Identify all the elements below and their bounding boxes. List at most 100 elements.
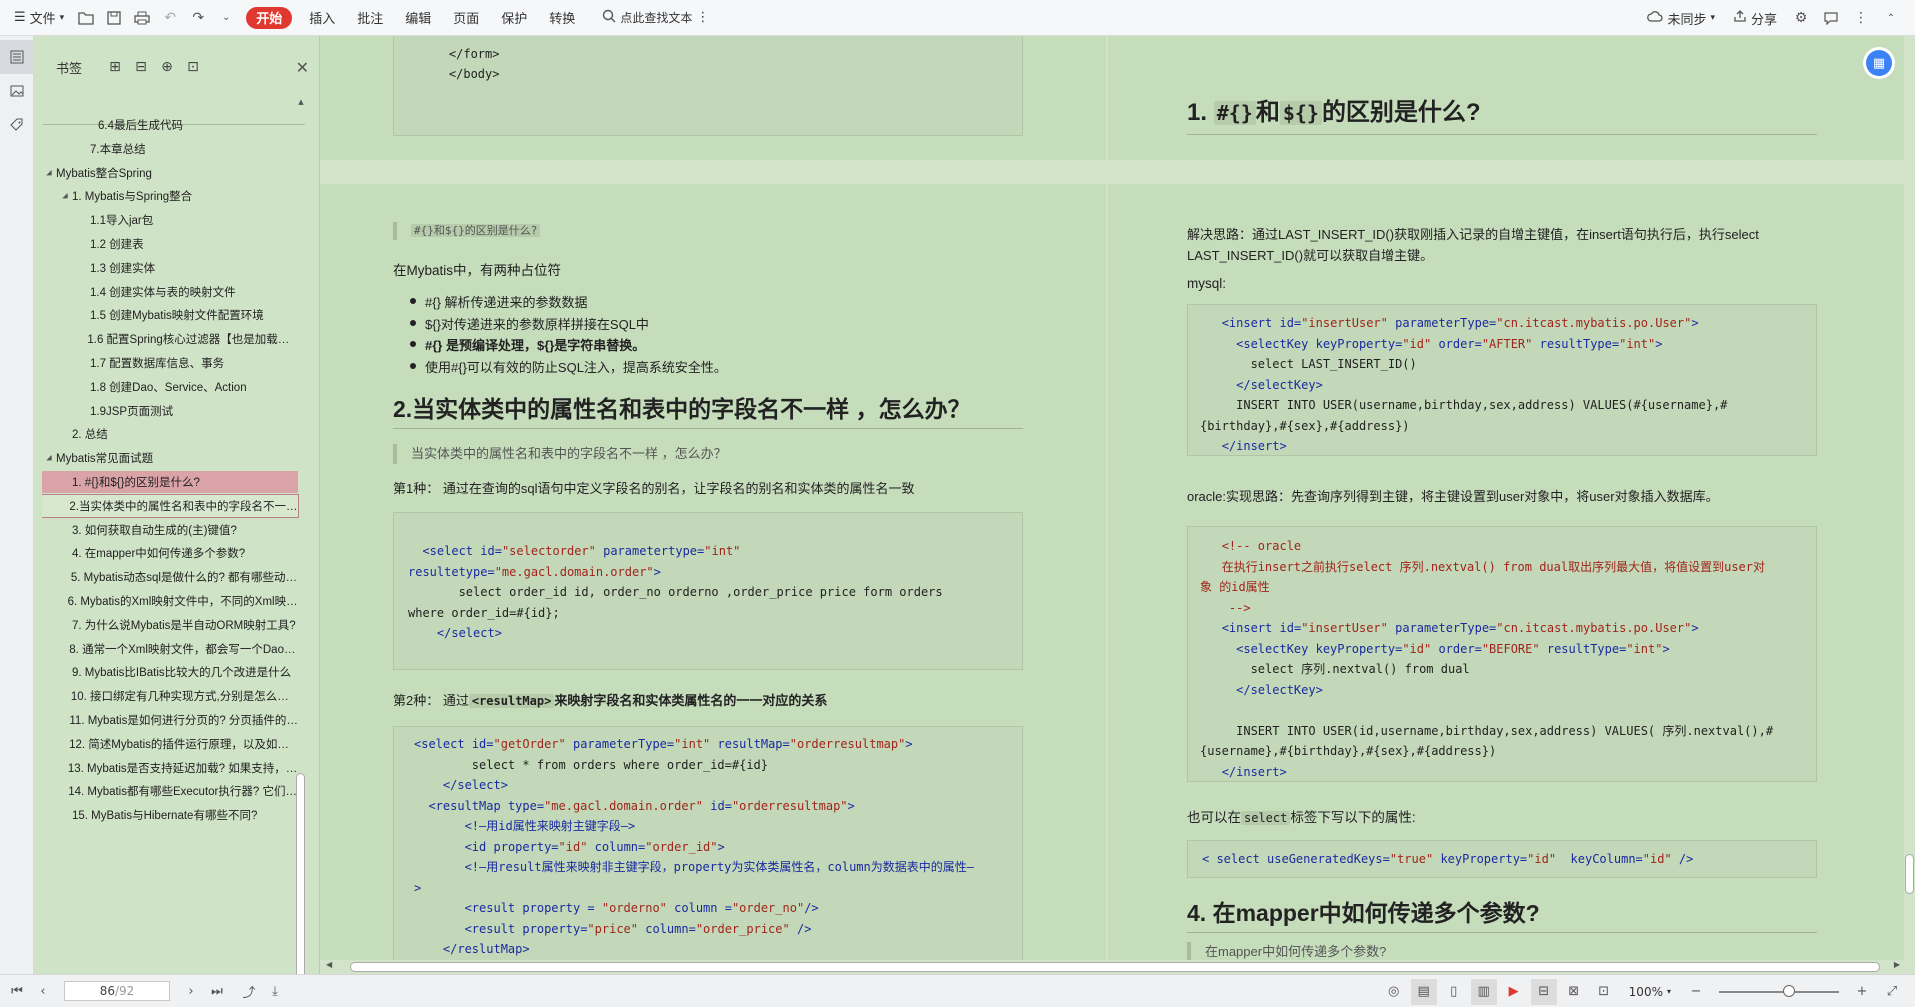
tab-page[interactable]: 页面 [442, 4, 490, 32]
bookmark-panel-icon[interactable] [0, 40, 34, 74]
tab-edit[interactable]: 编辑 [394, 4, 442, 32]
tab-start[interactable]: 开始 [246, 6, 293, 29]
bookmark-item[interactable]: 8. 通常一个Xml映射文件，都会写一个Dao接口与之对应 [42, 638, 298, 660]
play-icon[interactable]: ▶ [1501, 979, 1527, 1005]
share-button[interactable]: 分享 [1725, 4, 1785, 32]
sync-status-button[interactable]: 未同步 ▾ [1639, 4, 1723, 32]
tab-convert[interactable]: 转换 [538, 4, 586, 32]
bookmark-item[interactable]: 11. Mybatis是如何进行分页的? 分页插件的原理是什么? [42, 709, 298, 731]
document-horizontal-scrollbar[interactable]: ◀ ▶ [320, 960, 1904, 974]
open-folder-icon[interactable] [72, 4, 100, 32]
more-options-icon: ⋮ [696, 10, 710, 25]
tab-protect[interactable]: 保护 [490, 4, 538, 32]
bookmark-item[interactable]: 12. 简述Mybatis的插件运行原理，以及如何编写一个插件 [42, 733, 298, 755]
bookmark-item[interactable]: 6.4最后生成代码 [42, 114, 298, 136]
document-viewport[interactable]: </form> </body> 1. #{} 和 ${} 的区别是什么? #{}和${… [320, 36, 1904, 960]
undo-icon[interactable]: ↶ [156, 4, 184, 32]
bookmark-item[interactable]: 1.7 配置数据库信息、事务 [42, 352, 298, 374]
two-page-view-icon[interactable]: ▥ [1470, 978, 1497, 1005]
last-page-icon[interactable]: ⏭ [204, 978, 230, 1004]
bookmark-item[interactable]: 1.1导入jar包 [42, 209, 298, 231]
bookmark-item[interactable]: 1. #{}和${}的区别是什么? [42, 471, 298, 493]
close-icon[interactable]: ✕ [296, 58, 309, 77]
single-page-view-icon[interactable]: ▤ [1410, 978, 1437, 1005]
add-bookmark-icon[interactable]: ⊕ [154, 54, 180, 80]
bookmark-item[interactable]: 1.5 创建Mybatis映射文件配置环境 [42, 304, 298, 326]
zoom-slider-knob[interactable] [1783, 984, 1795, 997]
bookmark-label: 3. 如何获取自动生成的(主)键值? [72, 524, 237, 537]
print-icon[interactable] [128, 4, 156, 32]
scrollbar-thumb[interactable] [350, 962, 1880, 972]
prev-page-icon[interactable]: ‹ [30, 978, 56, 1004]
expand-triangle-icon[interactable]: ◢ [58, 191, 72, 201]
document-vertical-scrollbar[interactable] [1904, 36, 1915, 974]
toolbar: ☰ 文件 ▾ ↶ ↷ ⌄ 开始 插入 批注 编辑 页面 保护 转换 点此查找文本… [0, 0, 1915, 36]
expand-triangle-icon[interactable]: ◢ [42, 168, 56, 178]
bookmark-item[interactable]: 7.本章总结 [42, 138, 298, 160]
bookmark-item[interactable]: 2.当实体类中的属性名和表中的字段名不一样，怎么办? [42, 493, 299, 518]
bookmark-item[interactable]: ◢ 1. Mybatis与Spring整合 [42, 185, 298, 207]
more-icon[interactable]: ⋮ [1847, 4, 1875, 32]
redo-icon[interactable]: ↷ [184, 4, 212, 32]
zoom-slider[interactable] [1719, 984, 1839, 997]
zoom-level-dropdown[interactable]: 100% ▾ [1621, 978, 1679, 1006]
bookmark-item[interactable]: 10. 接口绑定有几种实现方式,分别是怎么实现的? [42, 685, 298, 707]
bookmark-item[interactable]: 1.4 创建实体与表的映射文件 [42, 281, 298, 303]
expand-all-icon[interactable]: ⊞ [102, 54, 128, 80]
find-text-button[interactable]: 点此查找文本 ⋮ [594, 4, 717, 32]
paragraph: 解决思路：通过LAST_INSERT_ID()获取刚插入记录的自增主键值，在in… [1187, 227, 1759, 263]
bookmark-label: 11. Mybatis是如何进行分页的? 分页插件的原理是什么? [69, 715, 298, 727]
comment-icon[interactable] [1817, 4, 1845, 32]
bookmark-item[interactable]: 1.9JSP页面测试 [42, 400, 298, 422]
bookmark-icon[interactable]: ⊡ [180, 54, 206, 80]
bookmark-item[interactable]: 14. Mybatis都有哪些Executor执行器? 它们之间的区别是什么? [42, 780, 298, 802]
scroll-up-icon[interactable]: ▲ [296, 98, 306, 106]
bookmark-item[interactable]: 7. 为什么说Mybatis是半自动ORM映射工具? [42, 614, 298, 636]
bookmark-item[interactable]: 13. Mybatis是否支持延迟加载? 如果支持，它的实现原理是什么? [42, 757, 298, 779]
bookmark-item[interactable]: 1.2 创建表 [42, 233, 298, 255]
scrollbar-thumb[interactable] [1905, 854, 1914, 894]
bookmark-scrollbar[interactable]: ▲ ▼ [296, 98, 306, 1007]
bookmark-item[interactable]: 9. Mybatis比IBatis比较大的几个改进是什么 [42, 661, 298, 683]
bookmark-item[interactable]: 2. 总结 [42, 423, 298, 445]
tab-comment[interactable]: 批注 [346, 4, 394, 32]
scroll-right-icon[interactable]: ▶ [1894, 960, 1900, 969]
tag-icon[interactable] [0, 108, 34, 142]
rotate-icon[interactable]: ⤴ [236, 978, 262, 1004]
bookmark-item[interactable]: 15. MyBatis与Hibernate有哪些不同? [42, 804, 298, 826]
fit-page-icon[interactable]: ⊠ [1561, 979, 1587, 1005]
zoom-in-icon[interactable]: + [1849, 979, 1875, 1005]
save-icon[interactable] [100, 4, 128, 32]
bookmark-item[interactable]: 1.8 创建Dao、Service、Action [42, 376, 298, 398]
file-menu-button[interactable]: ☰ 文件 ▾ [6, 4, 72, 32]
scroll-left-icon[interactable]: ◀ [326, 960, 332, 969]
bookmark-item[interactable]: 4. 在mapper中如何传递多个参数? [42, 542, 298, 564]
page-number-input[interactable]: 86/92 [64, 981, 170, 1001]
bookmark-item[interactable]: ◢ Mybatis常见面试题 [42, 447, 298, 469]
thumbnail-icon[interactable] [0, 74, 34, 108]
bookmark-item[interactable]: ◢ Mybatis整合Spring [42, 162, 298, 184]
collapse-ribbon-icon[interactable]: ⌃ [1877, 4, 1905, 32]
quick-access-more-icon[interactable]: ⌄ [212, 4, 240, 32]
navigation-rail [0, 36, 34, 974]
fit-width-icon[interactable]: ⊟ [1530, 978, 1557, 1005]
first-page-icon[interactable]: ⏮ [4, 978, 30, 1004]
zoom-out-icon[interactable]: − [1683, 979, 1709, 1005]
bookmark-item[interactable]: 5. Mybatis动态sql是做什么的? 都有哪些动态sql? [42, 566, 298, 588]
floating-assistant-button[interactable]: ▦ [1866, 50, 1892, 76]
scrollbar-thumb[interactable] [296, 773, 305, 983]
continuous-view-icon[interactable]: ▯ [1441, 979, 1467, 1005]
bookmark-item[interactable]: 6. Mybatis的Xml映射文件中，不同的Xml映射文件id是否可以重复? [42, 590, 298, 612]
actual-size-icon[interactable]: ⊡ [1591, 979, 1617, 1005]
tab-insert[interactable]: 插入 [298, 4, 346, 32]
expand-triangle-icon[interactable]: ◢ [42, 453, 56, 463]
fullscreen-icon[interactable]: ⤢ [1879, 979, 1905, 1005]
bookmark-item[interactable]: 1.6 配置Spring核心过滤器【也是加载总配置文件】 [42, 328, 298, 350]
export-icon[interactable]: ⤓ [262, 978, 288, 1004]
next-page-icon[interactable]: › [178, 978, 204, 1004]
settings-icon[interactable]: ⚙ [1787, 4, 1815, 32]
bookmark-item[interactable]: 3. 如何获取自动生成的(主)键值? [42, 519, 298, 541]
eye-protection-icon[interactable]: ◎ [1381, 979, 1407, 1005]
collapse-all-icon[interactable]: ⊟ [128, 54, 154, 80]
bookmark-item[interactable]: 1.3 创建实体 [42, 257, 298, 279]
